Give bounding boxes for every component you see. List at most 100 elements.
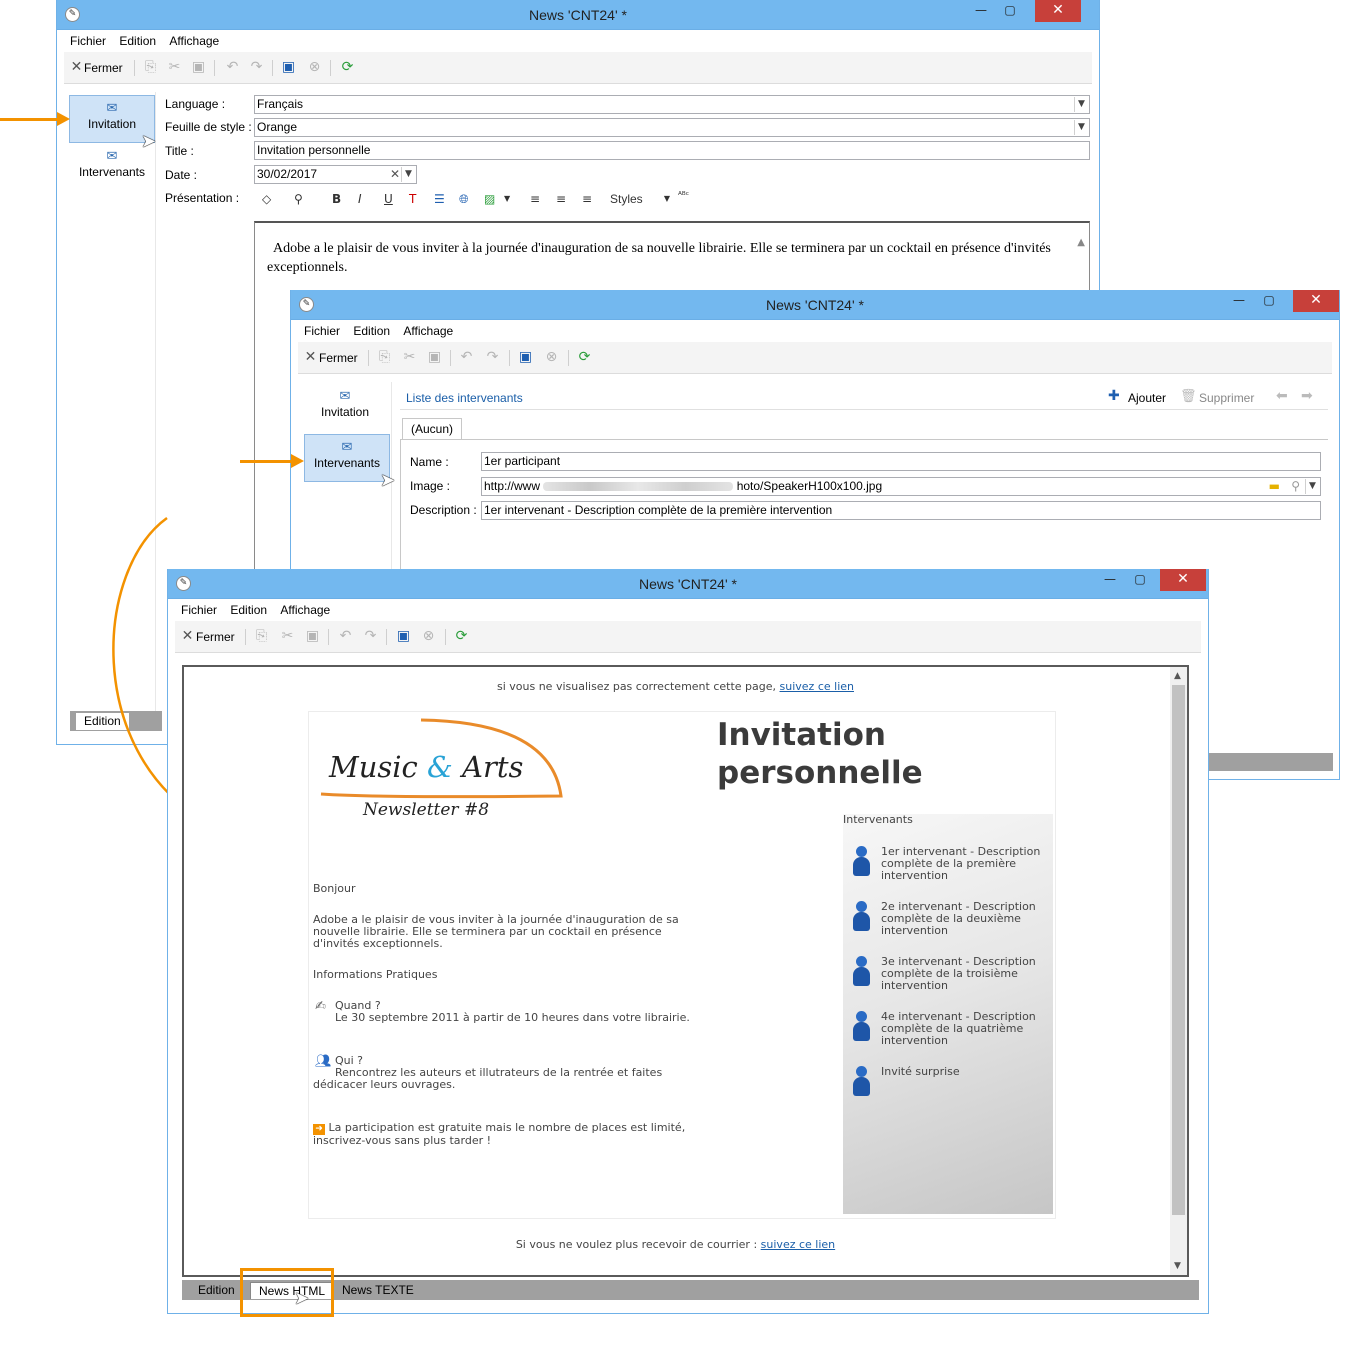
menu-fichier[interactable]: Fichier (298, 320, 340, 338)
close-x-icon[interactable]: ✕ (302, 349, 319, 366)
fermer-button[interactable]: Fermer (196, 627, 235, 647)
undo-icon[interactable]: ↶ (224, 59, 241, 76)
chevron-down-icon[interactable]: ▼ (1074, 120, 1088, 135)
minimize-icon[interactable]: — (1225, 290, 1253, 312)
trash-icon[interactable]: 🗑︎ (1180, 389, 1197, 404)
delete-button[interactable]: Supprimer (1199, 391, 1254, 405)
close-x-icon[interactable]: ✕ (68, 59, 85, 76)
save-icon[interactable]: ▣ (395, 628, 412, 645)
image-icon[interactable]: ▨ (484, 192, 495, 206)
maximize-icon[interactable]: ▢ (1126, 569, 1154, 591)
minimize-icon[interactable]: — (1096, 569, 1124, 591)
image-input[interactable]: http://www hoto/SpeakerH100x100.jpg ▬ ⚲ … (481, 477, 1321, 496)
list-header: Liste des intervenants ✚ Ajouter 🗑︎ Supp… (400, 384, 1328, 410)
maximize-icon[interactable]: ▢ (996, 0, 1024, 22)
name-input[interactable]: 1er participant (481, 452, 1321, 471)
menu-fichier[interactable]: Fichier (175, 599, 217, 617)
chevron-down-icon[interactable]: ▼ (1074, 97, 1088, 112)
link-icon[interactable]: 🌐︎ (459, 192, 469, 207)
fermer-button[interactable]: Fermer (84, 58, 123, 78)
save-icon[interactable]: ▣ (517, 349, 534, 366)
title-bar[interactable]: ✎ News 'CNT24' * — ▢ ✕ (57, 0, 1099, 30)
scroll-up-icon[interactable]: ▲ (1174, 671, 1181, 681)
undo-icon[interactable]: ↶ (458, 349, 475, 366)
refresh-icon[interactable]: ⟳ (339, 59, 356, 76)
paste-icon[interactable]: ▣ (426, 349, 443, 366)
copy-icon[interactable]: ⎘ (376, 349, 393, 366)
scrollbar-thumb[interactable] (1172, 685, 1185, 1215)
cut-icon[interactable]: ✂ (401, 349, 418, 366)
redo-icon[interactable]: ↷ (248, 59, 265, 76)
tab-news-texte[interactable]: News TEXTE (333, 1282, 422, 1299)
tab-edition[interactable]: Edition (190, 1282, 243, 1299)
menu-edition[interactable]: Edition (224, 599, 267, 617)
close-icon[interactable]: ✕ (1160, 569, 1206, 591)
italic-icon[interactable]: I (358, 192, 362, 206)
add-button[interactable]: Ajouter (1128, 391, 1166, 405)
date-input[interactable]: 30/02/2017 ✕ ▼ (254, 165, 417, 184)
arrow-right-icon[interactable]: ➡ (1301, 388, 1313, 404)
copy-icon[interactable]: ⎘ (253, 628, 270, 645)
cut-icon[interactable]: ✂ (166, 59, 183, 76)
menu-affichage[interactable]: Affichage (163, 30, 219, 48)
scroll-up-icon[interactable]: ▲ (1077, 237, 1085, 248)
find-icon[interactable]: ⚲ (294, 192, 303, 206)
top-link[interactable]: suivez ce lien (780, 680, 854, 693)
bottom-link[interactable]: suivez ce lien (761, 1238, 835, 1251)
paste-icon[interactable]: ▣ (304, 628, 321, 645)
menu-fichier[interactable]: Fichier (64, 30, 106, 48)
undo-icon[interactable]: ↶ (337, 628, 354, 645)
redo-icon[interactable]: ↷ (362, 628, 379, 645)
close-icon[interactable]: ✕ (1293, 290, 1339, 312)
align-left-icon[interactable]: ≡ (530, 192, 540, 206)
menu-affichage[interactable]: Affichage (397, 320, 453, 338)
minimize-icon[interactable]: — (967, 0, 995, 22)
search-icon[interactable]: ⚲ (1291, 478, 1300, 495)
fermer-button[interactable]: Fermer (319, 348, 358, 368)
chevron-down-icon[interactable]: ▼ (401, 167, 415, 182)
chevron-down-icon[interactable]: ▼ (504, 194, 510, 203)
language-select[interactable]: Français ▼ (254, 95, 1090, 114)
close-icon[interactable]: ✕ (1035, 0, 1081, 22)
align-center-icon[interactable]: ≡ (556, 192, 566, 206)
menu-edition[interactable]: Edition (113, 30, 156, 48)
nav-item-invitation[interactable]: ✉ Invitation (302, 384, 388, 432)
scroll-down-icon[interactable]: ▼ (1174, 1261, 1181, 1271)
maximize-icon[interactable]: ▢ (1255, 290, 1283, 312)
editor-text: Adobe a le plaisir de vous inviter à la … (267, 241, 1051, 275)
refresh-icon[interactable]: ⟳ (576, 349, 593, 366)
underline-icon[interactable]: U (384, 192, 393, 206)
add-icon[interactable]: ✚ (1108, 388, 1120, 404)
menu-edition[interactable]: Edition (347, 320, 390, 338)
spellcheck-icon[interactable]: ᴬᴮᶜ (678, 191, 689, 201)
bold-icon[interactable]: B (332, 192, 341, 206)
refresh-icon[interactable]: ⟳ (453, 628, 470, 645)
close-x-icon[interactable]: ✕ (179, 628, 196, 645)
chevron-down-icon[interactable]: ▼ (1305, 479, 1319, 494)
copy-icon[interactable]: ⎘ (142, 59, 159, 76)
paste-icon[interactable]: ▣ (190, 59, 207, 76)
title-input[interactable]: Invitation personnelle (254, 141, 1090, 160)
title-bar[interactable]: ✎ News 'CNT24' * — ▢ ✕ (291, 290, 1339, 320)
styles-dropdown[interactable]: Styles ▼ (610, 192, 670, 206)
cancel-icon[interactable]: ⊗ (306, 59, 323, 76)
text-color-icon[interactable]: T (409, 192, 416, 206)
cancel-icon[interactable]: ⊗ (420, 628, 437, 645)
title-bar[interactable]: ✎ News 'CNT24' * — ▢ ✕ (168, 569, 1208, 599)
clear-x-icon[interactable]: ✕ (390, 166, 400, 183)
tab-aucun[interactable]: (Aucun) (402, 418, 462, 440)
arrow-left-icon[interactable]: ⬅ (1276, 388, 1288, 404)
save-icon[interactable]: ▣ (280, 59, 297, 76)
vertical-scrollbar[interactable]: ▲ ▼ (1170, 667, 1187, 1275)
folder-icon[interactable]: ▬ (1269, 478, 1280, 495)
cut-icon[interactable]: ✂ (279, 628, 296, 645)
source-icon[interactable]: ◇ (262, 192, 271, 206)
align-right-icon[interactable]: ≡ (582, 192, 592, 206)
menu-affichage[interactable]: Affichage (274, 599, 330, 617)
bullet-list-icon[interactable]: ☰ (434, 192, 445, 206)
cancel-icon[interactable]: ⊗ (543, 349, 560, 366)
redo-icon[interactable]: ↷ (484, 349, 501, 366)
description-input[interactable]: 1er intervenant - Description complète d… (481, 501, 1321, 520)
stylesheet-select[interactable]: Orange ▼ (254, 118, 1090, 137)
nav-item-intervenants[interactable]: ✉ Intervenants (304, 434, 390, 482)
